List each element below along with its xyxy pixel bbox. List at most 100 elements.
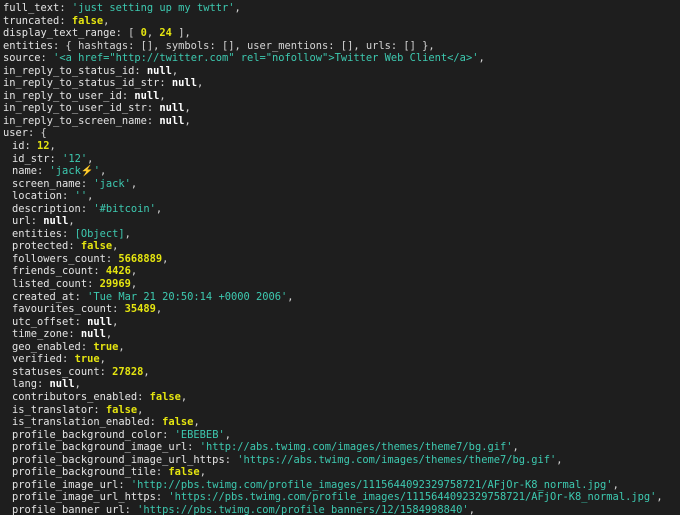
property-key: location [12,190,63,203]
null-value: null [146,64,172,77]
punctuation: , [199,466,206,479]
punctuation: : [162,428,175,441]
string-value: 'jack⚡️' [49,165,101,178]
punctuation: , [105,328,113,341]
property-key: screen_name [12,177,81,190]
punctuation: , [124,227,131,240]
string-value: '<a href="http://twitter.com" rel="nofol… [53,52,479,65]
punctuation: : [93,265,106,278]
punctuation: , [146,27,160,40]
console-line: in_reply_to_user_id_str: null, [0,102,680,115]
punctuation: , [103,14,110,27]
punctuation: : [62,353,75,366]
punctuation: , [137,403,144,416]
object-value: [Object] [74,227,125,240]
console-line: friends_count: 4426, [0,265,680,278]
punctuation: , [512,441,519,454]
property-key: contributors_enabled [12,390,138,403]
console-line: listed_count: 29969, [0,278,680,291]
punctuation: : [112,303,125,316]
property-key: profile_image_url [12,478,119,491]
console-line: profile_background_tile: false, [0,466,680,479]
number-value: 27828 [112,365,144,378]
number-value: 5668889 [118,252,163,265]
punctuation: : [74,315,88,328]
boolean-value: false [162,416,194,429]
punctuation: , [87,152,94,165]
punctuation: , [155,303,163,316]
punctuation: , [130,177,138,190]
property-key: profile_background_tile [12,466,156,479]
punctuation: : [146,114,160,127]
string-value: 'jack' [93,177,131,190]
boolean-value: true [93,340,119,353]
console-line: profile_image_url_https: 'https://pbs.tw… [0,491,680,504]
property-key: statuses_count [12,365,100,378]
property-key: profile_background_color [12,428,163,441]
punctuation: : [62,227,75,240]
null-value: null [171,77,197,90]
console-line: lang: null, [0,378,680,391]
punctuation: : [159,77,172,90]
property-key: in_reply_to_user_id [3,89,122,102]
punctuation: , [143,365,150,378]
console-line: is_translation_enabled: false, [0,416,680,429]
punctuation: : [87,278,100,291]
string-value: 'http://pbs.twimg.com/profile_images/111… [130,478,613,491]
string-value: 'https://pbs.twimg.com/profile_banners/1… [137,503,469,515]
property-key: id_str [12,152,50,165]
punctuation: : [40,52,54,65]
punctuation: , [100,165,107,178]
punctuation: , [68,215,75,228]
property-key: friends_count [12,265,94,278]
punctuation: , [74,378,81,391]
punctuation: : [37,165,50,178]
string-value: 'just setting up my twttr' [71,2,235,14]
punctuation: : [93,403,106,416]
punctuation: : [24,140,38,153]
property-key: profile_background_image_url [12,441,188,454]
console-line: display_text_range: [ 0, 24 ], [0,27,680,40]
console-line: id: 12, [0,140,680,153]
property-key: created_at [12,290,75,303]
property-key: listed_count [12,278,88,291]
string-value: 'http://abs.twimg.com/images/themes/them… [199,441,513,454]
punctuation: , [159,89,166,102]
console-line: profile_background_color: 'EBEBEB', [0,429,680,442]
punctuation: : { hashtags: [], symbols: [], user_ment… [53,39,435,52]
string-value: '' [74,190,88,203]
punctuation: , [556,453,563,466]
punctuation: : [80,340,94,353]
property-key: lang [12,378,38,391]
property-key: in_reply_to_status_id_str [3,77,160,90]
punctuation: : [59,14,72,27]
null-value: null [159,102,185,115]
punctuation: ], [171,27,191,40]
property-key: source [3,52,41,65]
number-value: 35489 [124,303,156,316]
string-value: '#bitcoin' [93,202,156,215]
console-line: name: 'jack⚡️', [0,165,680,178]
punctuation: : [146,102,160,115]
console-line: profile_image_url: 'http://pbs.twimg.com… [0,479,680,492]
console-line: geo_enabled: true, [0,341,680,354]
string-value: 'EBEBEB' [174,428,225,441]
property-key: id [12,140,25,153]
property-key: truncated [3,14,60,27]
string-value: '12' [62,152,88,165]
punctuation: , [130,265,138,278]
property-key: profile_banner_url [12,503,125,515]
punctuation: , [224,428,231,441]
string-value: 'https://pbs.twimg.com/profile_images/11… [168,491,657,504]
property-key: url [12,215,31,228]
punctuation: , [162,252,169,265]
property-key: utc_offset [12,315,75,328]
punctuation: , [612,478,619,491]
console-output[interactable]: full_text: 'just setting up my twttr', tr… [0,0,680,515]
punctuation: : [121,89,135,102]
null-value: null [49,378,75,391]
punctuation: : [37,378,50,391]
punctuation: : [155,466,169,479]
punctuation: , [112,315,119,328]
boolean-value: true [74,353,100,366]
